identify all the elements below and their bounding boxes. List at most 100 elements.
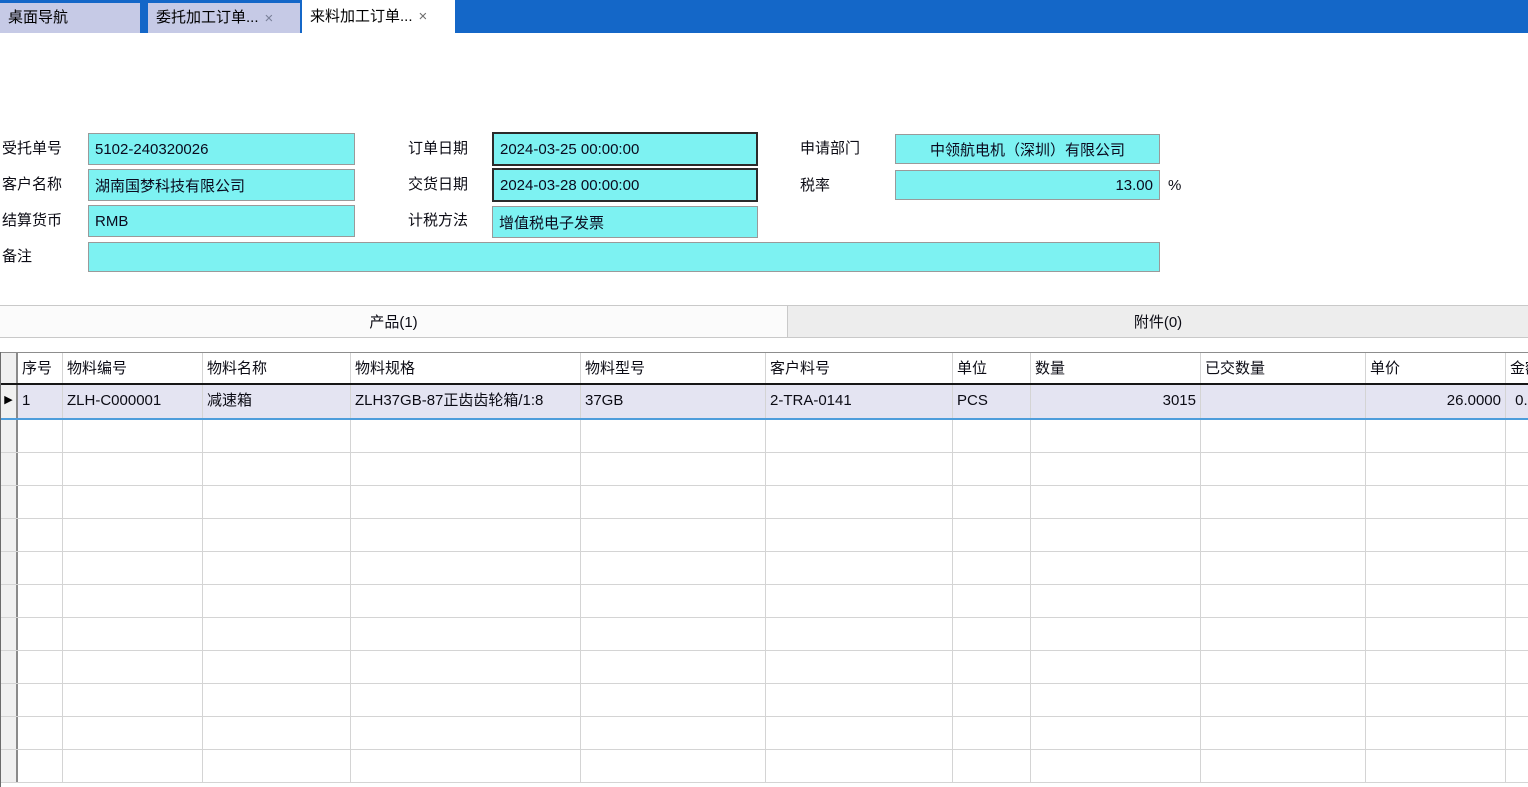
cell-material-spec	[351, 486, 581, 518]
cell-quantity	[1031, 453, 1201, 485]
cell-delivered-qty	[1201, 486, 1366, 518]
cell-material-model	[581, 420, 766, 452]
cell-customer-part[interactable]: 2-TRA-0141	[766, 385, 953, 418]
grid-header: 序号物料编号物料名称物料规格物料型号客户料号单位数量已交数量单价金额	[1, 352, 1528, 385]
cell-material-code[interactable]: ZLH-C000001	[63, 385, 203, 418]
window-tab-bar: 桌面导航 委托加工订单... × 来料加工订单... ×	[0, 0, 1528, 33]
cell-seq	[18, 750, 63, 782]
cell-material-spec	[351, 453, 581, 485]
cell-unit-price	[1366, 552, 1506, 584]
cell-material-name	[203, 750, 351, 782]
cell-delivered-qty	[1201, 420, 1366, 452]
delivery-date-field[interactable]	[492, 168, 758, 202]
column-header-unit[interactable]: 单位	[953, 353, 1031, 383]
tab-attachments[interactable]: 附件(0)	[788, 305, 1528, 338]
cell-delivered-qty[interactable]	[1201, 385, 1366, 418]
column-header-seq[interactable]: 序号	[18, 353, 63, 383]
cell-customer-part	[766, 717, 953, 749]
tab-consigned-processing-order[interactable]: 委托加工订单... ×	[148, 3, 300, 33]
row-selector-cell	[1, 717, 18, 749]
cell-customer-part	[766, 585, 953, 617]
column-header-quantity[interactable]: 数量	[1031, 353, 1201, 383]
row-selector-cell	[1, 552, 18, 584]
cell-delivered-qty	[1201, 585, 1366, 617]
cell-material-code	[63, 618, 203, 650]
cell-amount	[1506, 519, 1528, 551]
cell-amount[interactable]: 0.0000	[1506, 385, 1528, 418]
cell-seq	[18, 684, 63, 716]
cell-delivered-qty	[1201, 552, 1366, 584]
cell-material-model	[581, 453, 766, 485]
grid-body: ▶1ZLH-C000001减速箱ZLH37GB-87正齿齿轮箱/1:837GB2…	[1, 385, 1528, 783]
column-header-material-name[interactable]: 物料名称	[203, 353, 351, 383]
cell-seq[interactable]: 1	[18, 385, 63, 418]
cell-quantity	[1031, 684, 1201, 716]
cell-quantity[interactable]: 3015	[1031, 385, 1201, 418]
row-selector-cell	[1, 585, 18, 617]
column-header-unit-price[interactable]: 单价	[1366, 353, 1506, 383]
empty-row	[1, 717, 1528, 750]
cell-material-name	[203, 519, 351, 551]
cell-material-spec	[351, 519, 581, 551]
apply-department-field[interactable]	[895, 134, 1160, 164]
empty-row	[1, 519, 1528, 552]
cell-unit	[953, 486, 1031, 518]
cell-material-spec	[351, 585, 581, 617]
column-header-delivered-qty[interactable]: 已交数量	[1201, 353, 1366, 383]
cell-unit	[953, 420, 1031, 452]
cell-amount	[1506, 420, 1528, 452]
cell-quantity	[1031, 519, 1201, 551]
close-icon[interactable]: ×	[265, 11, 274, 26]
cell-unit[interactable]: PCS	[953, 385, 1031, 418]
tax-method-field[interactable]	[492, 206, 758, 238]
remark-label: 备注	[2, 241, 32, 273]
column-header-material-spec[interactable]: 物料规格	[351, 353, 581, 383]
cell-amount	[1506, 750, 1528, 782]
cell-material-name	[203, 717, 351, 749]
cell-unit-price	[1366, 618, 1506, 650]
cell-unit-price[interactable]: 26.0000	[1366, 385, 1506, 418]
remark-field[interactable]	[88, 242, 1160, 272]
cell-material-spec[interactable]: ZLH37GB-87正齿齿轮箱/1:8	[351, 385, 581, 418]
consignment-no-field[interactable]	[88, 133, 355, 165]
delivery-date-label: 交货日期	[408, 169, 468, 201]
cell-material-model	[581, 585, 766, 617]
column-header-customer-part[interactable]: 客户料号	[766, 353, 953, 383]
cell-delivered-qty	[1201, 453, 1366, 485]
tab-desktop-navigation[interactable]: 桌面导航	[0, 3, 140, 33]
cell-material-spec	[351, 684, 581, 716]
cell-quantity	[1031, 651, 1201, 683]
column-header-material-model[interactable]: 物料型号	[581, 353, 766, 383]
column-header-material-code[interactable]: 物料编号	[63, 353, 203, 383]
cell-amount	[1506, 486, 1528, 518]
customer-name-field[interactable]	[88, 169, 355, 201]
cell-material-code	[63, 651, 203, 683]
cell-material-name	[203, 453, 351, 485]
settlement-currency-field[interactable]	[88, 205, 355, 237]
table-row: ▶1ZLH-C000001减速箱ZLH37GB-87正齿齿轮箱/1:837GB2…	[1, 385, 1528, 420]
cell-material-model[interactable]: 37GB	[581, 385, 766, 418]
cell-material-spec	[351, 651, 581, 683]
tax-rate-label: 税率	[800, 170, 830, 202]
tab-incoming-material-processing-order[interactable]: 来料加工订单... ×	[302, 0, 455, 33]
tab-label: 来料加工订单...	[310, 0, 413, 33]
cell-delivered-qty	[1201, 717, 1366, 749]
cell-quantity	[1031, 486, 1201, 518]
close-icon[interactable]: ×	[419, 9, 428, 24]
cell-material-code	[63, 684, 203, 716]
cell-seq	[18, 618, 63, 650]
tax-rate-field[interactable]	[895, 170, 1160, 200]
cell-material-code	[63, 420, 203, 452]
row-selector-cell	[1, 519, 18, 551]
cell-material-model	[581, 519, 766, 551]
detail-tab-strip: 产品(1) 附件(0)	[0, 305, 1528, 338]
cell-customer-part	[766, 684, 953, 716]
order-date-field[interactable]	[492, 132, 758, 166]
tax-rate-percent-suffix: %	[1168, 171, 1181, 201]
row-pointer-icon[interactable]: ▶	[1, 385, 18, 418]
cell-unit	[953, 684, 1031, 716]
column-header-amount[interactable]: 金额	[1506, 353, 1528, 383]
cell-customer-part	[766, 750, 953, 782]
cell-material-name[interactable]: 减速箱	[203, 385, 351, 418]
tab-products[interactable]: 产品(1)	[0, 305, 788, 338]
